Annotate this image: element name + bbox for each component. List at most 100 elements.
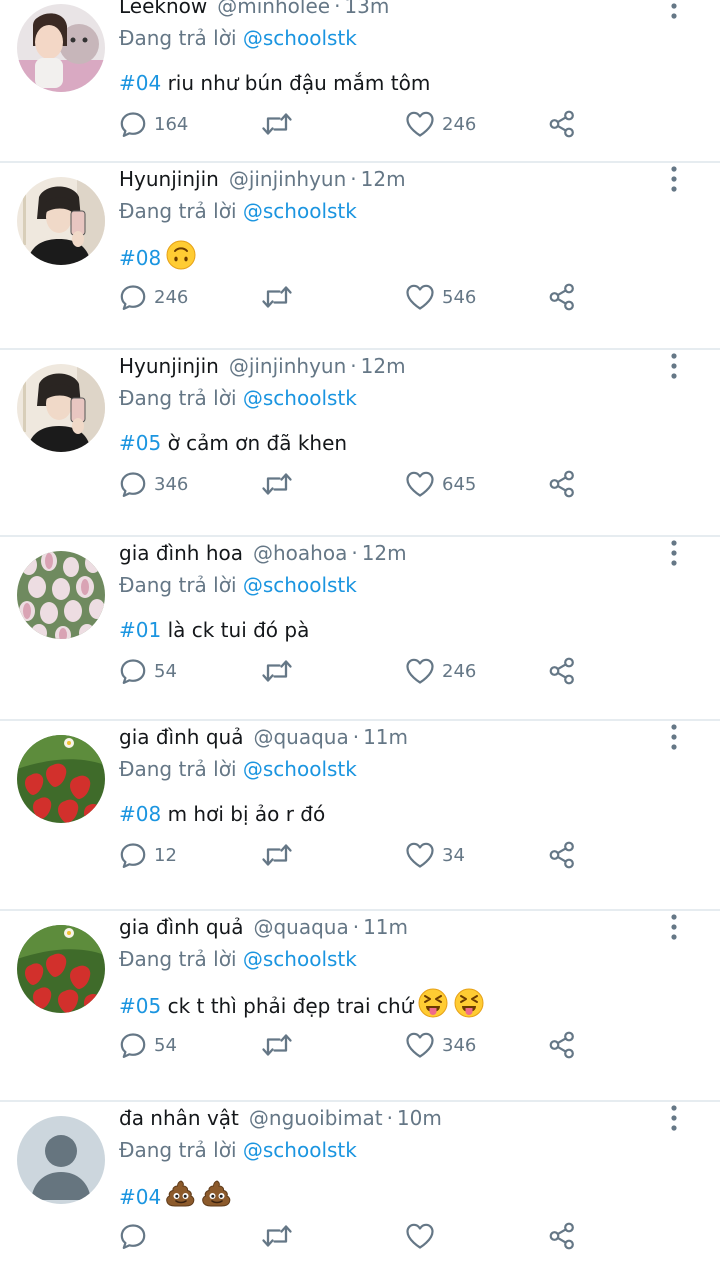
like-button[interactable]: 346 bbox=[404, 1028, 476, 1062]
retweet-button[interactable] bbox=[260, 107, 294, 141]
reply-button[interactable]: 12 bbox=[118, 838, 177, 872]
author-handle[interactable]: @quaqua bbox=[253, 915, 348, 939]
author-name[interactable]: Hyunjinjin bbox=[119, 167, 219, 191]
tweet[interactable]: đa nhân vật @nguoibimat · 10m Đang trả lời @… bbox=[0, 1102, 720, 1276]
share-button[interactable] bbox=[546, 467, 578, 501]
hashtag-link[interactable]: #01 bbox=[119, 618, 161, 642]
avatar[interactable] bbox=[17, 735, 105, 823]
author-name[interactable]: gia đình hoa bbox=[119, 541, 243, 565]
timestamp[interactable]: 13m bbox=[344, 0, 389, 18]
author-handle[interactable]: @jinjinhyun bbox=[229, 167, 346, 191]
separator-dot: · bbox=[351, 541, 358, 565]
timestamp[interactable]: 12m bbox=[362, 541, 407, 565]
author-name[interactable]: gia đình quả bbox=[119, 915, 243, 939]
reply-button[interactable]: 164 bbox=[118, 107, 188, 141]
reply-button[interactable]: 54 bbox=[118, 654, 177, 688]
avatar[interactable] bbox=[17, 925, 105, 1013]
hashtag-link[interactable]: #08 bbox=[119, 802, 161, 826]
hashtag-link[interactable]: #04 bbox=[119, 1185, 161, 1209]
mention-link[interactable]: @schoolstk bbox=[243, 199, 357, 223]
tweet-header: gia đình quả @quaqua · 11m bbox=[119, 911, 408, 943]
tweet[interactable]: Leeknow @minholee · 13m Đang trả lời @school… bbox=[0, 0, 720, 163]
like-button[interactable] bbox=[404, 1219, 436, 1253]
author-name[interactable]: gia đình quả bbox=[119, 725, 243, 749]
like-button[interactable]: 34 bbox=[404, 838, 465, 872]
reply-button[interactable]: 54 bbox=[118, 1028, 177, 1062]
more-options-icon[interactable] bbox=[664, 539, 684, 567]
replying-to-line: Đang trả lời @schoolstk bbox=[119, 195, 357, 227]
separator-dot: · bbox=[352, 915, 360, 939]
like-button[interactable]: 645 bbox=[404, 467, 476, 501]
more-options-icon[interactable] bbox=[664, 1104, 684, 1132]
avatar[interactable] bbox=[17, 177, 105, 265]
tweet-actions: 246 546 bbox=[0, 280, 720, 314]
author-handle[interactable]: @minholee bbox=[217, 0, 330, 18]
timestamp[interactable]: 12m bbox=[361, 167, 406, 191]
avatar[interactable] bbox=[17, 1116, 105, 1204]
tweet[interactable]: Hyunjinjin @jinjinhyun · 12m Đang trả lời @s… bbox=[0, 350, 720, 537]
tweet[interactable]: gia đình hoa @hoahoa · 12m Đang trả lời @sch… bbox=[0, 537, 720, 721]
share-button[interactable] bbox=[546, 838, 578, 872]
share-button[interactable] bbox=[546, 1028, 578, 1062]
retweet-button[interactable] bbox=[260, 467, 294, 501]
retweet-button[interactable] bbox=[260, 280, 294, 314]
hashtag-link[interactable]: #05 bbox=[119, 994, 161, 1018]
replying-to-line: Đang trả lời @schoolstk bbox=[119, 22, 357, 54]
mention-link[interactable]: @schoolstk bbox=[243, 757, 357, 781]
more-options-icon[interactable] bbox=[664, 723, 684, 751]
author-handle[interactable]: @hoahoa bbox=[253, 541, 347, 565]
tweet[interactable]: Hyunjinjin @jinjinhyun · 12m Đang trả lời @s… bbox=[0, 163, 720, 350]
reply-button[interactable]: 346 bbox=[118, 467, 188, 501]
mention-link[interactable]: @schoolstk bbox=[243, 573, 357, 597]
hashtag-link[interactable]: #05 bbox=[119, 431, 161, 455]
author-handle[interactable]: @jinjinhyun bbox=[229, 354, 346, 378]
hashtag-link[interactable]: #04 bbox=[119, 71, 161, 95]
reply-button[interactable] bbox=[118, 1219, 148, 1253]
share-icon bbox=[546, 108, 578, 140]
tweet-body: ờ cảm ơn đã khen bbox=[167, 431, 348, 455]
share-icon bbox=[546, 655, 578, 687]
timestamp[interactable]: 11m bbox=[363, 725, 408, 749]
retweet-button[interactable] bbox=[260, 838, 294, 872]
retweet-button[interactable] bbox=[260, 1028, 294, 1062]
reply-button[interactable]: 246 bbox=[118, 280, 188, 314]
mention-link[interactable]: @schoolstk bbox=[243, 26, 357, 50]
author-handle[interactable]: @nguoibimat bbox=[249, 1106, 383, 1130]
author-handle[interactable]: @quaqua bbox=[253, 725, 348, 749]
like-button[interactable]: 546 bbox=[404, 280, 476, 314]
timestamp[interactable]: 11m bbox=[363, 915, 408, 939]
avatar[interactable] bbox=[17, 364, 105, 452]
share-icon bbox=[546, 1029, 578, 1061]
avatar[interactable] bbox=[17, 551, 105, 639]
replying-to-label: Đang trả lời bbox=[119, 573, 237, 597]
timestamp[interactable]: 10m bbox=[397, 1106, 442, 1130]
author-name[interactable]: Leeknow bbox=[119, 0, 207, 18]
share-button[interactable] bbox=[546, 107, 578, 141]
more-options-icon[interactable] bbox=[664, 352, 684, 380]
share-button[interactable] bbox=[546, 1219, 578, 1253]
like-button[interactable]: 246 bbox=[404, 107, 476, 141]
timestamp[interactable]: 12m bbox=[361, 354, 406, 378]
hashtag-link[interactable]: #08 bbox=[119, 246, 161, 270]
mention-link[interactable]: @schoolstk bbox=[243, 1138, 357, 1162]
author-name[interactable]: Hyunjinjin bbox=[119, 354, 219, 378]
like-button[interactable]: 246 bbox=[404, 654, 476, 688]
more-options-icon[interactable] bbox=[664, 165, 684, 193]
retweet-button[interactable] bbox=[260, 654, 294, 688]
tweet-text: #08 m hơi bị ảo r đó bbox=[119, 797, 325, 831]
retweet-icon bbox=[260, 656, 294, 686]
avatar[interactable] bbox=[17, 4, 105, 92]
more-options-icon[interactable] bbox=[664, 913, 684, 941]
share-button[interactable] bbox=[546, 280, 578, 314]
more-options-icon[interactable] bbox=[664, 0, 684, 20]
retweet-icon bbox=[260, 1221, 294, 1251]
author-name[interactable]: đa nhân vật bbox=[119, 1106, 239, 1130]
tweet[interactable]: gia đình quả @quaqua · 11m Đang trả lời @sch… bbox=[0, 721, 720, 911]
mention-link[interactable]: @schoolstk bbox=[243, 947, 357, 971]
retweet-icon bbox=[260, 109, 294, 139]
tweet[interactable]: gia đình quả @quaqua · 11m Đang trả lời @sch… bbox=[0, 911, 720, 1102]
mention-link[interactable]: @schoolstk bbox=[243, 386, 357, 410]
retweet-button[interactable] bbox=[260, 1219, 294, 1253]
speech-bubble-icon bbox=[118, 1221, 148, 1251]
share-button[interactable] bbox=[546, 654, 578, 688]
